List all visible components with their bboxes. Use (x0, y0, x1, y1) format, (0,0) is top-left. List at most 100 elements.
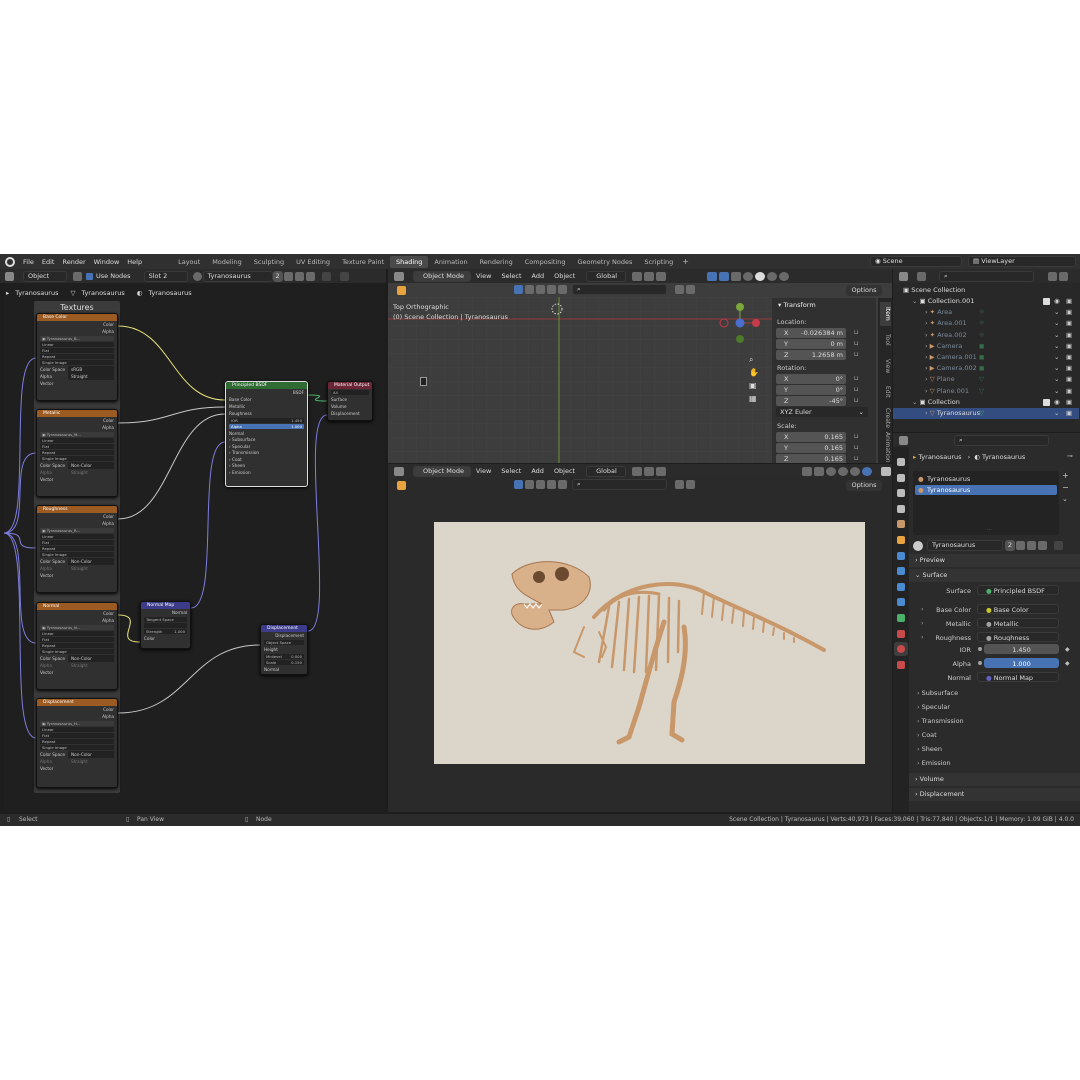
filter-icon[interactable] (1048, 271, 1057, 281)
bsdf-alpha-field[interactable]: Alpha 1.000 (229, 424, 304, 429)
hide-chevron-icon[interactable]: ⌄ (1054, 386, 1059, 397)
top-viewport[interactable]: Object Mode View Select Add Object Globa… (388, 269, 892, 463)
tab-animation[interactable]: Animation (428, 256, 473, 268)
render-camera-icon[interactable]: ▣ (1066, 386, 1072, 397)
hide-chevron-icon[interactable]: ⌄ (1054, 318, 1059, 329)
duplicate-material-icon[interactable] (1027, 541, 1036, 550)
navigation-gizmo[interactable] (716, 299, 764, 347)
properties-tab-material-icon[interactable] (894, 642, 908, 657)
link-base-color[interactable] (117, 325, 226, 401)
material-slot-selected[interactable]: ● Tyranosaurus (915, 485, 1057, 495)
outliner-item-plane[interactable]: › ▽ Plane ▽ ⌄ ▣ (893, 374, 1079, 385)
rotation-mode-dropdown[interactable]: XYZ Euler ⌄ (776, 407, 868, 417)
texture-single-dropdown[interactable]: Single Image (40, 456, 114, 461)
menu-file[interactable]: File (19, 258, 38, 266)
image-texture-node-metallic[interactable]: Metallic Color Alpha ▣ Tyranosaurus_M... Lin… (36, 409, 118, 497)
texture-flat-dropdown[interactable]: Flat (40, 637, 114, 642)
image-texture-node-roughness[interactable]: Roughness Color Alpha ▣ Tyranosaurus_R... Li… (36, 505, 118, 593)
display-mode-icon[interactable] (917, 271, 926, 281)
material-name-field[interactable]: Tyranosaurus (202, 270, 273, 282)
link-normal-map[interactable] (190, 441, 226, 609)
tab-texture-paint[interactable]: Texture Paint (336, 256, 390, 268)
volume-panel-header[interactable]: › Volume (909, 773, 1080, 786)
scl-x-field[interactable]: X 0.165 (776, 432, 846, 442)
proportional-edit-icon[interactable] (656, 271, 667, 281)
select-mode-1-icon[interactable] (525, 285, 534, 294)
rot-z-field[interactable]: Z -45° (776, 396, 846, 406)
normal-map-space-dropdown[interactable]: Tangent Space (144, 617, 187, 622)
select-mode-3-icon[interactable] (547, 285, 556, 294)
properties-tab-output-icon[interactable] (894, 486, 908, 500)
texture-repeat-dropdown[interactable]: Repeat (40, 546, 114, 551)
texture-repeat-dropdown[interactable]: Repeat (40, 739, 114, 744)
view-menu[interactable]: View (471, 272, 496, 280)
wireframe-shading-icon[interactable] (743, 271, 754, 281)
input-field-base-color[interactable]: ● Base Color (977, 604, 1059, 614)
tab-sculpting[interactable]: Sculpting (248, 256, 290, 268)
surface-shader-field[interactable]: ● Principled BSDF (977, 585, 1059, 595)
object-mode-dropdown[interactable]: Object Mode (413, 270, 471, 282)
gizmo-toggle-icon[interactable] (707, 271, 718, 281)
pivot-icon[interactable] (632, 466, 642, 476)
outliner-item-camera-002[interactable]: › ▶ Camera.002 ◼ ⌄ ▣ (893, 363, 1079, 374)
outliner-item-camera[interactable]: › ▶ Camera ◼ ⌄ ▣ (893, 341, 1079, 352)
link-vector-4[interactable] (4, 532, 37, 739)
funnel-icon[interactable] (686, 480, 695, 489)
add-menu[interactable]: Add (526, 467, 549, 475)
lock-icon[interactable]: ⊔ (854, 329, 859, 336)
subpanel-sheen[interactable]: › Sheen (917, 745, 942, 753)
render-camera-icon[interactable]: ▣ (1066, 363, 1072, 374)
add-menu[interactable]: Add (527, 272, 550, 280)
preview-panel-header[interactable]: › Preview (909, 554, 1080, 567)
view-menu[interactable]: View (471, 467, 496, 475)
remove-slot-icon[interactable]: − (1062, 483, 1076, 495)
output-target-dropdown[interactable]: All (331, 390, 369, 395)
outliner[interactable]: ⌕ ▣ Scene Collection ⌄ ▣ Collection.001 ◉… (893, 269, 1080, 432)
visibility-eye-icon[interactable]: ◉ (1054, 397, 1060, 408)
input-field-roughness[interactable]: ● Roughness (977, 632, 1059, 642)
texture-repeat-dropdown[interactable]: Repeat (40, 354, 114, 359)
toolbar-toggle-icon[interactable] (397, 286, 406, 295)
zoom-icon[interactable]: ⌕ (749, 355, 761, 368)
n-panel-tab-view[interactable]: View (880, 354, 891, 378)
select-menu[interactable]: Select (496, 272, 526, 280)
n-panel-tab-tool[interactable]: Tool (880, 328, 891, 352)
outliner-item-camera-001[interactable]: › ▶ Camera.001 ◼ ⌄ ▣ (893, 352, 1079, 363)
color-space-row[interactable]: Color Space Non-Color (37, 558, 117, 565)
pivot-icon[interactable] (632, 271, 643, 281)
scl-z-field[interactable]: Z 0.165 (776, 454, 846, 463)
properties-tab-scene-icon[interactable] (894, 517, 908, 531)
unlink-material-icon[interactable] (305, 271, 315, 281)
pause-render-icon[interactable] (881, 466, 891, 476)
subpanel-specular[interactable]: › Specular (917, 703, 950, 711)
texture-linear-dropdown[interactable]: Linear (40, 534, 114, 539)
exclude-checkbox[interactable] (1043, 298, 1050, 305)
properties-tab-modifiers-icon[interactable] (894, 564, 908, 578)
outliner-search-input[interactable]: ⌕ (939, 270, 1034, 282)
lock-icon[interactable]: ⊔ (854, 397, 859, 404)
material-slot[interactable]: ● Tyranosaurus (915, 474, 1057, 484)
link-bsdf-surface[interactable] (307, 394, 328, 402)
viewport-search-input[interactable]: ⌕ (572, 479, 667, 490)
object-type-dropdown[interactable]: Object (23, 270, 67, 282)
alpha-socket-icon[interactable] (978, 661, 982, 665)
hide-chevron-icon[interactable]: ⌄ (1054, 352, 1059, 363)
editor-type-icon[interactable] (394, 271, 404, 281)
rot-y-field[interactable]: Y 0° (776, 385, 846, 395)
editor-type-icon[interactable] (5, 271, 14, 281)
proportional-edit-icon[interactable] (656, 466, 666, 476)
outliner-item-area-002[interactable]: › ✦ Area.002 ☼ ⌄ ▣ (893, 330, 1079, 341)
lock-icon[interactable]: ⊔ (854, 444, 859, 451)
subpanel-transmission[interactable]: › Transmission (917, 717, 964, 725)
surface-panel-header[interactable]: ⌄ Surface (909, 569, 1080, 582)
image-texture-node-base-color[interactable]: Base Color Color Alpha ▣ Tyranosaurus_B... L… (36, 313, 118, 401)
material-slots-list[interactable]: ● Tyranosaurus ● Tyranosaurus ⋯ (913, 471, 1059, 535)
image-datablock-field[interactable]: ▣ Tyranosaurus_H... (40, 721, 114, 726)
lock-icon[interactable]: ⊔ (854, 340, 859, 347)
texture-flat-dropdown[interactable]: Flat (40, 733, 114, 738)
camera-view-icon[interactable]: ▣ (749, 381, 761, 394)
alpha-mode-row[interactable]: Alpha Straight (37, 373, 117, 380)
color-space-row[interactable]: Color Space Non-Color (37, 462, 117, 469)
render-camera-icon[interactable]: ▣ (1066, 296, 1072, 307)
alpha-mode-row[interactable]: Alpha Straight (37, 758, 117, 765)
